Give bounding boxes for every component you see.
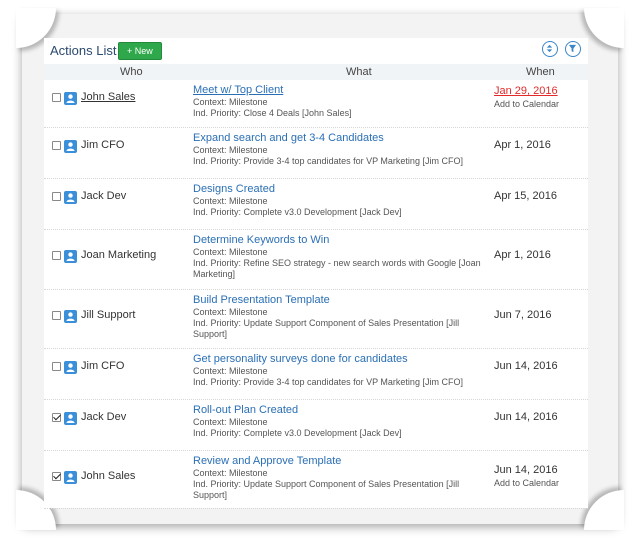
new-action-button[interactable]: + New <box>118 42 162 60</box>
person-icon <box>64 140 77 153</box>
column-when[interactable]: When <box>526 66 555 78</box>
panel-header: Actions List + New <box>44 38 588 62</box>
column-headers: Who What When <box>44 64 588 80</box>
page-curl-bottom-right <box>584 490 624 530</box>
action-priority: Ind. Priority: Refine SEO strategy - new… <box>193 258 481 268</box>
row-who: John Sales <box>81 470 136 482</box>
row-what: Roll-out Plan Created Context: Milestone I… <box>193 404 493 439</box>
person-icon <box>64 250 77 263</box>
action-context: Context: Milestone <box>193 247 268 257</box>
row-who: Jim CFO <box>81 360 125 372</box>
table-row: John Sales Meet w/ Top Client Context: Mil… <box>44 80 588 128</box>
person-icon <box>64 471 77 484</box>
row-what: Get personality surveys done for candida… <box>193 353 493 388</box>
row-who: Jack Dev <box>81 190 127 202</box>
page-curl-top-right <box>584 8 624 48</box>
action-context: Context: Milestone <box>193 145 268 155</box>
row-who: Jill Support <box>81 309 136 321</box>
row-what: Designs Created Context: Milestone Ind. Pr… <box>193 183 493 218</box>
person-icon <box>64 361 77 374</box>
action-title-link[interactable]: Build Presentation Template <box>193 294 493 307</box>
row-due-date: Jun 14, 2016 <box>494 464 558 476</box>
actions-list-panel: Actions List + New Who What When John Sa… <box>44 38 588 509</box>
row-due-date: Apr 15, 2016 <box>494 190 557 202</box>
table-row: John Sales Review and Approve Template Con… <box>44 451 588 509</box>
add-to-calendar-link[interactable]: Add to Calendar <box>494 478 559 488</box>
action-title-link[interactable]: Expand search and get 3-4 Candidates <box>193 132 493 145</box>
action-context: Context: Milestone <box>193 468 268 478</box>
actions-table: John Sales Meet w/ Top Client Context: Mil… <box>44 80 588 509</box>
row-checkbox[interactable] <box>52 472 61 481</box>
action-priority-continued: Support] <box>193 329 228 339</box>
row-checkbox[interactable] <box>52 311 61 320</box>
row-checkbox[interactable] <box>52 192 61 201</box>
row-who[interactable]: John Sales <box>81 91 135 103</box>
row-who: Joan Marketing <box>81 249 157 261</box>
row-checkbox[interactable] <box>52 251 61 260</box>
action-priority: Ind. Priority: Complete v3.0 Development… <box>193 428 402 438</box>
person-icon <box>64 412 77 425</box>
action-priority: Ind. Priority: Provide 3-4 top candidate… <box>193 377 463 387</box>
table-row: Jack Dev Designs Created Context: Mileston… <box>44 179 588 230</box>
table-row: Jim CFO Get personality surveys done for … <box>44 349 588 400</box>
row-who: Jim CFO <box>81 139 125 151</box>
row-what: Expand search and get 3-4 Candidates Cont… <box>193 132 493 167</box>
row-what: Determine Keywords to Win Context: Milest… <box>193 234 493 280</box>
row-checkbox[interactable] <box>52 413 61 422</box>
add-to-calendar-link[interactable]: Add to Calendar <box>494 99 559 109</box>
panel-title: Actions List <box>50 43 117 58</box>
row-who: Jack Dev <box>81 411 127 423</box>
action-context: Context: Milestone <box>193 417 268 427</box>
action-priority: Ind. Priority: Update Support Component … <box>193 479 460 489</box>
action-priority-continued: Marketing] <box>193 269 236 279</box>
row-due-date: Jun 14, 2016 <box>494 411 558 423</box>
action-title-link[interactable]: Meet w/ Top Client <box>193 84 493 97</box>
table-row: Joan Marketing Determine Keywords to Win C… <box>44 230 588 290</box>
row-checkbox[interactable] <box>52 362 61 371</box>
action-priority: Ind. Priority: Complete v3.0 Development… <box>193 207 402 217</box>
row-what: Build Presentation Template Context: Mile… <box>193 294 493 340</box>
action-context: Context: Milestone <box>193 196 268 206</box>
action-title-link[interactable]: Designs Created <box>193 183 493 196</box>
action-context: Context: Milestone <box>193 366 268 376</box>
action-title-link[interactable]: Roll-out Plan Created <box>193 404 493 417</box>
action-title-link[interactable]: Review and Approve Template <box>193 455 493 468</box>
row-checkbox[interactable] <box>52 141 61 150</box>
person-icon <box>64 310 77 323</box>
table-row: Jill Support Build Presentation Template C… <box>44 290 588 349</box>
action-title-link[interactable]: Determine Keywords to Win <box>193 234 493 247</box>
action-priority: Ind. Priority: Provide 3-4 top candidate… <box>193 156 463 166</box>
filter-icon[interactable] <box>565 41 581 57</box>
column-what[interactable]: What <box>346 66 372 78</box>
action-context: Context: Milestone <box>193 307 268 317</box>
person-icon <box>64 92 77 105</box>
action-context: Context: Milestone <box>193 97 268 107</box>
action-priority: Ind. Priority: Update Support Component … <box>193 318 460 328</box>
sort-icon[interactable] <box>542 41 558 57</box>
person-icon <box>64 191 77 204</box>
action-title-link[interactable]: Get personality surveys done for candida… <box>193 353 493 366</box>
row-what: Review and Approve Template Context: Mile… <box>193 455 493 501</box>
table-row: Jack Dev Roll-out Plan Created Context: Mi… <box>44 400 588 451</box>
row-due-date: Apr 1, 2016 <box>494 139 551 151</box>
row-due-date: Jun 14, 2016 <box>494 360 558 372</box>
action-priority: Ind. Priority: Close 4 Deals [John Sales… <box>193 108 352 118</box>
row-due-date: Apr 1, 2016 <box>494 249 551 261</box>
row-due-date[interactable]: Jan 29, 2016 <box>494 85 558 97</box>
column-who[interactable]: Who <box>120 66 143 78</box>
row-what: Meet w/ Top Client Context: Milestone Ind.… <box>193 84 493 119</box>
row-checkbox[interactable] <box>52 93 61 102</box>
action-priority-continued: Support] <box>193 490 228 500</box>
row-due-date: Jun 7, 2016 <box>494 309 552 321</box>
table-row: Jim CFO Expand search and get 3-4 Candida… <box>44 128 588 179</box>
